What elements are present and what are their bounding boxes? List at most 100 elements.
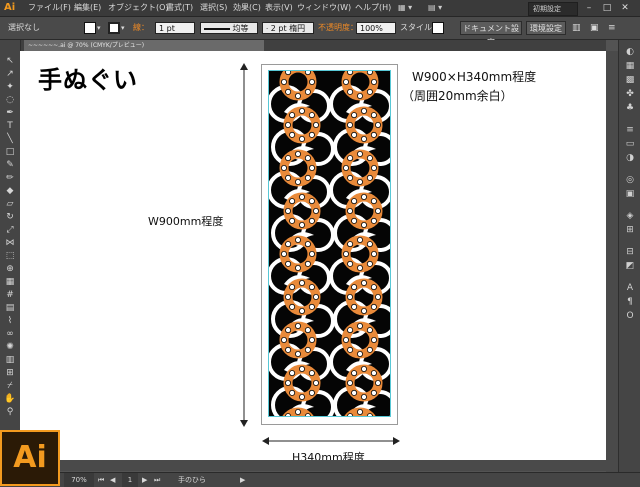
paintbrush-tool-icon[interactable]: ✎: [4, 160, 16, 170]
close-icon[interactable]: ✕: [618, 2, 632, 14]
bridge-icon[interactable]: ▦ ▾: [398, 0, 412, 16]
horizontal-scrollbar[interactable]: [20, 460, 606, 471]
free-transform-tool-icon[interactable]: ⬚: [4, 251, 16, 261]
zoom-field[interactable]: 70%: [64, 473, 94, 487]
pathfinder-panel-icon[interactable]: ◩: [623, 260, 637, 272]
eraser-tool-icon[interactable]: ▱: [4, 199, 16, 209]
style-swatch[interactable]: [432, 22, 444, 34]
app-logo: Ai: [4, 2, 16, 13]
menu-select[interactable]: 選択(S): [200, 0, 227, 16]
paragraph-panel-icon[interactable]: ¶: [623, 296, 637, 308]
arrange-documents-icon[interactable]: ▤ ▾: [428, 0, 442, 16]
document-setup-button[interactable]: ドキュメント設定: [460, 21, 522, 47]
artboard-tool-icon[interactable]: ⊞: [4, 368, 16, 378]
menu-bar: Ai ファイル(F) 編集(E) オブジェクト(O) 書式(T) 選択(S) 効…: [0, 0, 640, 17]
align-icon[interactable]: ▥: [572, 17, 581, 39]
selection-tool-icon[interactable]: ↖: [4, 56, 16, 66]
rectangle-tool-icon[interactable]: □: [4, 147, 16, 157]
stroke-swatch[interactable]: [108, 22, 120, 34]
blob-brush-tool-icon[interactable]: ◆: [4, 186, 16, 196]
type-tool-icon[interactable]: T: [4, 121, 16, 131]
appearance-panel-icon[interactable]: ◎: [623, 174, 637, 186]
design-title: 手ぬぐい: [38, 65, 138, 94]
transparency-panel-icon[interactable]: ◑: [623, 152, 637, 164]
graph-tool-icon[interactable]: ▥: [4, 355, 16, 365]
document-tab[interactable]: ~~~~~~.ai @ 70% (CMYK/プレビュー): [24, 40, 264, 51]
pencil-tool-icon[interactable]: ✏: [4, 173, 16, 183]
tenugui-pattern[interactable]: [268, 70, 391, 417]
status-menu-icon[interactable]: ▶: [240, 473, 245, 487]
vertical-scrollbar[interactable]: [606, 51, 618, 472]
shape-builder-tool-icon[interactable]: ⊕: [4, 264, 16, 274]
tools-panel: ↖ ↗ ✦ ◌ ✒ T ╲ □ ✎ ✏ ◆ ▱ ↻ ⤢ ⋈ ⬚ ⊕ ▦ # ▤ …: [0, 40, 21, 430]
first-artboard-icon[interactable]: ⏮: [98, 473, 104, 487]
fill-swatch[interactable]: [84, 22, 96, 34]
maximize-icon[interactable]: □: [600, 2, 614, 14]
character-panel-icon[interactable]: A: [623, 282, 637, 294]
align-panel-icon[interactable]: ⊟: [623, 246, 637, 258]
next-artboard-icon[interactable]: ▶: [142, 473, 147, 487]
height-dimension-arrow: [240, 63, 248, 427]
selection-status: 選択なし: [8, 23, 40, 32]
menu-object[interactable]: オブジェクト(O): [108, 0, 169, 16]
control-menu-icon[interactable]: ≡: [608, 17, 616, 39]
graphic-styles-icon[interactable]: ▣: [623, 188, 637, 200]
rotate-tool-icon[interactable]: ↻: [4, 212, 16, 222]
eyedropper-tool-icon[interactable]: ⌇: [4, 316, 16, 326]
preferences-button[interactable]: 環境設定: [526, 21, 566, 35]
gradient-panel-icon[interactable]: ▭: [623, 138, 637, 150]
fill-dropdown-icon[interactable]: ▾: [97, 17, 101, 39]
control-bar: 選択なし ▾ ▾ 線： 1 pt 均等 · 2 pt 楕円 不透明度： 100%…: [0, 17, 640, 47]
width-tool-icon[interactable]: ⋈: [4, 238, 16, 248]
last-artboard-icon[interactable]: ⏭: [154, 473, 160, 487]
layers-panel-icon[interactable]: ◈: [623, 210, 637, 222]
minimize-icon[interactable]: –: [582, 2, 596, 14]
symbols-panel-icon[interactable]: ♣: [623, 102, 637, 114]
illustrator-logo: Ai: [0, 430, 60, 486]
brush-profile-label: 均等: [232, 24, 249, 33]
menu-file[interactable]: ファイル(F): [28, 0, 71, 16]
transform-icon[interactable]: ▣: [590, 17, 599, 39]
width-dimension-arrow: [262, 437, 400, 445]
previous-artboard-icon[interactable]: ◀: [110, 473, 115, 487]
zoom-tool-icon[interactable]: ⚲: [4, 407, 16, 417]
pen-tool-icon[interactable]: ✒: [4, 108, 16, 118]
blend-tool-icon[interactable]: ∞: [4, 329, 16, 339]
opacity-label[interactable]: 不透明度：: [318, 17, 358, 39]
stroke-label[interactable]: 線：: [133, 17, 149, 39]
workspace-switcher[interactable]: 初期設定: [528, 2, 578, 16]
brush-definition[interactable]: · 2 pt 楕円: [262, 22, 314, 34]
panel-dock: ◐ ▦ ▩ ✤ ♣ ≡ ▭ ◑ ◎ ▣ ◈ ⊞ ⊟ ◩ A ¶ O: [618, 40, 640, 472]
menu-effect[interactable]: 効果(C): [233, 0, 261, 16]
color-guide-icon[interactable]: ▦: [623, 60, 637, 72]
artboards-panel-icon[interactable]: ⊞: [623, 224, 637, 236]
stroke-weight-field[interactable]: 1 pt: [155, 22, 195, 34]
line-tool-icon[interactable]: ╲: [4, 134, 16, 144]
perspective-grid-tool-icon[interactable]: ▦: [4, 277, 16, 287]
variable-width-profile[interactable]: 均等: [200, 22, 258, 34]
direct-selection-tool-icon[interactable]: ↗: [4, 69, 16, 79]
menu-window[interactable]: ウィンドウ(W): [297, 0, 351, 16]
brush-definition-label: 2 pt 楕円: [270, 24, 306, 33]
lasso-tool-icon[interactable]: ◌: [4, 95, 16, 105]
scale-tool-icon[interactable]: ⤢: [4, 225, 16, 235]
color-panel-icon[interactable]: ◐: [623, 46, 637, 58]
magic-wand-tool-icon[interactable]: ✦: [4, 82, 16, 92]
slice-tool-icon[interactable]: ⌿: [4, 381, 16, 391]
mesh-tool-icon[interactable]: #: [4, 290, 16, 300]
hand-tool-icon[interactable]: ✋: [4, 394, 16, 404]
opentype-panel-icon[interactable]: O: [623, 310, 637, 322]
stroke-dropdown-icon[interactable]: ▾: [121, 17, 125, 39]
gradient-tool-icon[interactable]: ▤: [4, 303, 16, 313]
menu-view[interactable]: 表示(V): [265, 0, 293, 16]
artboard-number-field[interactable]: 1: [122, 473, 138, 487]
size-note-dimensions: W900×H340mm程度: [412, 70, 537, 84]
menu-type[interactable]: 書式(T): [166, 0, 193, 16]
menu-help[interactable]: ヘルプ(H): [355, 0, 391, 16]
opacity-field[interactable]: 100%: [356, 22, 396, 34]
menu-edit[interactable]: 編集(E): [74, 0, 101, 16]
stroke-panel-icon[interactable]: ≡: [623, 124, 637, 136]
symbol-sprayer-tool-icon[interactable]: ✺: [4, 342, 16, 352]
brushes-panel-icon[interactable]: ✤: [623, 88, 637, 100]
swatches-panel-icon[interactable]: ▩: [623, 74, 637, 86]
